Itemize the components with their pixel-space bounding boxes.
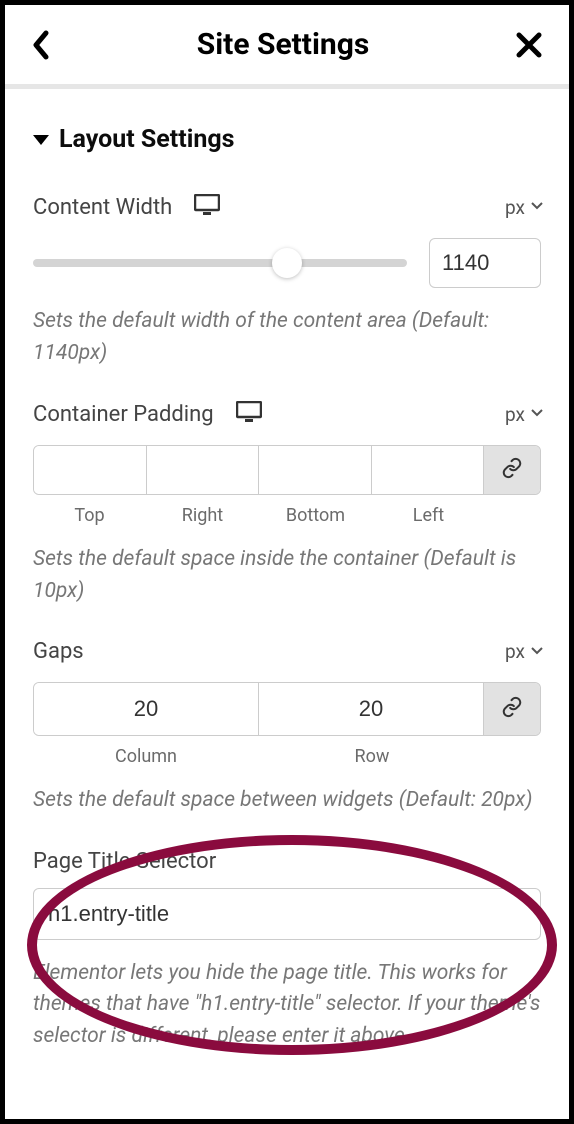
- page-title-selector-input[interactable]: [33, 888, 541, 940]
- gaps-unit-select[interactable]: px: [505, 640, 541, 663]
- content-width-unit-select[interactable]: px: [505, 196, 541, 219]
- padding-top-label: Top: [33, 505, 146, 526]
- gaps-row-input[interactable]: [259, 683, 483, 735]
- gaps-column-label: Column: [33, 746, 259, 767]
- section-toggle-layout-settings[interactable]: Layout Settings: [33, 125, 541, 154]
- chevron-down-icon: [33, 135, 49, 145]
- unit-label: px: [505, 196, 525, 219]
- content-width-slider[interactable]: [33, 259, 407, 267]
- gaps-label: Gaps: [33, 639, 84, 664]
- page-title-selector-label: Page Title Selector: [33, 849, 216, 874]
- chevron-down-icon: [531, 409, 541, 419]
- container-padding-help: Sets the default space inside the contai…: [33, 544, 541, 607]
- field-content-width: Content Width px Sets the default width …: [33, 194, 541, 369]
- link-icon: [501, 457, 523, 483]
- padding-left-input[interactable]: [372, 446, 484, 494]
- unit-label: px: [505, 640, 525, 663]
- section-title: Layout Settings: [59, 125, 234, 154]
- page-title: Site Settings: [197, 27, 370, 62]
- padding-right-label: Right: [146, 505, 259, 526]
- padding-bottom-label: Bottom: [259, 505, 372, 526]
- gaps-row-label: Row: [259, 746, 485, 767]
- chevron-down-icon: [531, 647, 541, 657]
- link-values-button[interactable]: [484, 446, 540, 494]
- padding-left-label: Left: [372, 505, 485, 526]
- padding-bottom-input[interactable]: [259, 446, 371, 494]
- gaps-help: Sets the default space between widgets (…: [33, 785, 541, 817]
- back-button[interactable]: [31, 30, 51, 60]
- unit-label: px: [505, 403, 525, 426]
- content-width-label: Content Width: [33, 195, 172, 220]
- container-padding-label: Container Padding: [33, 402, 214, 427]
- field-gaps: Gaps px Column Row Sets the default spac…: [33, 639, 541, 817]
- desktop-icon[interactable]: [236, 401, 262, 427]
- container-padding-unit-select[interactable]: px: [505, 403, 541, 426]
- link-values-button[interactable]: [484, 683, 540, 735]
- desktop-icon[interactable]: [194, 194, 220, 220]
- link-icon: [501, 696, 523, 722]
- page-title-selector-help: Elementor lets you hide the page title. …: [33, 958, 541, 1053]
- gaps-column-input[interactable]: [34, 683, 258, 735]
- chevron-down-icon: [531, 202, 541, 212]
- slider-thumb[interactable]: [272, 248, 302, 278]
- content-width-help: Sets the default width of the content ar…: [33, 306, 541, 369]
- padding-right-input[interactable]: [147, 446, 259, 494]
- content-width-input[interactable]: [429, 238, 541, 288]
- field-container-padding: Container Padding px Top Right: [33, 401, 541, 607]
- padding-top-input[interactable]: [34, 446, 146, 494]
- field-page-title-selector: Page Title Selector Elementor lets you h…: [33, 849, 541, 1053]
- close-button[interactable]: [515, 31, 543, 59]
